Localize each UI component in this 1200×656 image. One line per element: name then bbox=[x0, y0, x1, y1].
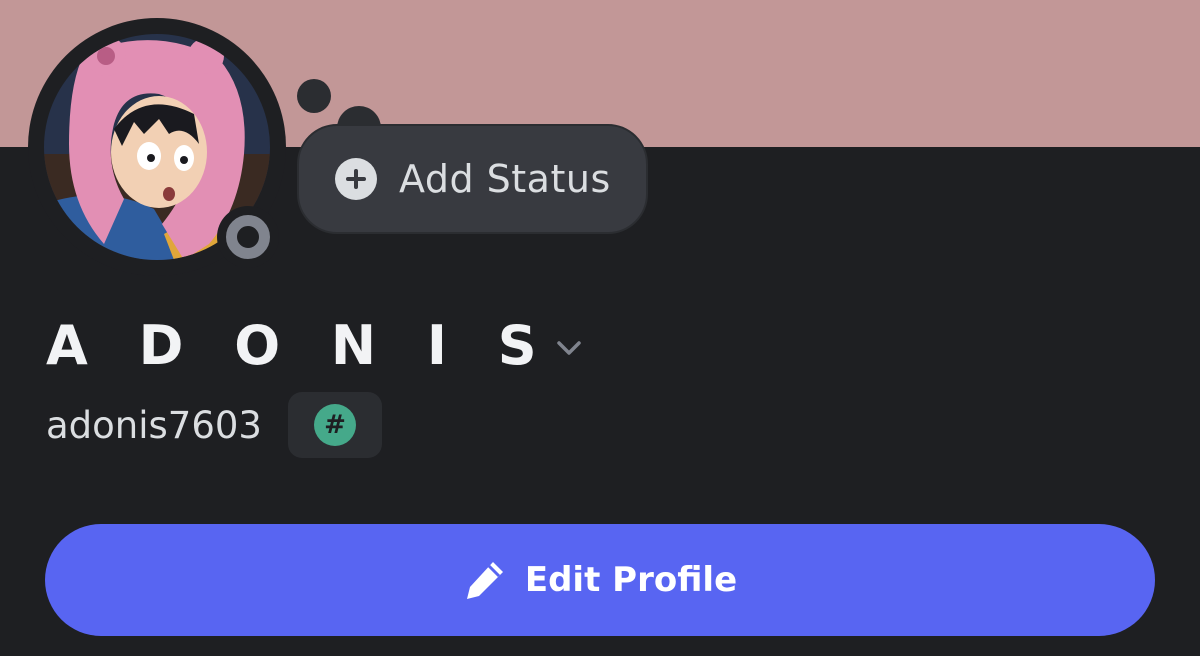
display-name-selector[interactable]: A D O N I S bbox=[46, 310, 583, 382]
profile-badge[interactable]: # bbox=[287, 392, 382, 458]
profile-screen: Add Status A D O N I S adonis7603 # Edit… bbox=[0, 0, 1200, 656]
pencil-icon bbox=[466, 562, 503, 599]
offline-status-icon bbox=[226, 215, 270, 259]
hash-icon: # bbox=[313, 404, 356, 446]
add-status-label: Add Status bbox=[399, 157, 611, 201]
edit-profile-label: Edit Profile bbox=[524, 560, 738, 600]
add-status-button[interactable]: Add Status bbox=[297, 124, 648, 234]
plus-circle-icon bbox=[335, 158, 377, 200]
thought-bubble-dot bbox=[297, 79, 331, 113]
edit-profile-button[interactable]: Edit Profile bbox=[45, 524, 1155, 636]
username-row: adonis7603 # bbox=[46, 392, 382, 458]
display-name: A D O N I S bbox=[46, 314, 553, 377]
username: adonis7603 bbox=[46, 403, 262, 447]
chevron-down-icon bbox=[556, 341, 581, 355]
